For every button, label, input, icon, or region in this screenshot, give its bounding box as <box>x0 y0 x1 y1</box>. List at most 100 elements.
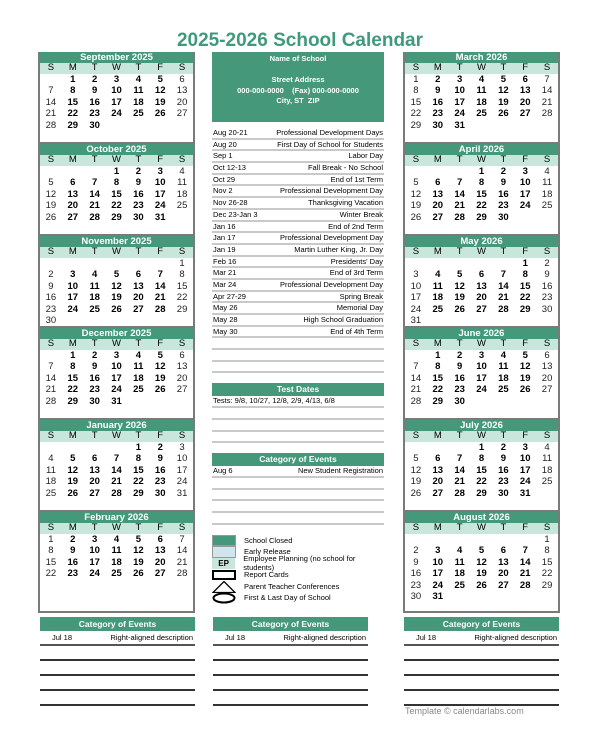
category-title: New Student Registration <box>297 466 383 476</box>
day-cell: 25 <box>541 200 553 211</box>
week-row: 23 24 25 26 27 28 29 <box>405 580 558 592</box>
day-cell: 10 <box>89 545 100 556</box>
weekday-label: T <box>500 154 507 165</box>
day-cell: 3 <box>113 349 120 361</box>
day-cell: 1 <box>478 165 485 177</box>
day-cell <box>171 396 193 408</box>
day-cell <box>62 258 84 270</box>
day-cell: 27 <box>176 108 188 119</box>
day-cell: 28 <box>89 211 100 223</box>
day-cell: 23 <box>89 108 100 119</box>
day-cell: 7 <box>456 177 463 188</box>
day-cell: 9 <box>48 280 54 292</box>
week-row: 1 2 3 <box>40 442 193 454</box>
day-cell <box>427 442 449 454</box>
day-cell <box>106 315 128 327</box>
day-cell: 30 <box>454 395 465 407</box>
weekday-label: S <box>178 62 186 73</box>
triangle-outline-icon <box>212 580 236 593</box>
day-cell: 9 <box>500 177 506 188</box>
weekday-label: W <box>112 62 121 73</box>
day-cell <box>149 258 171 270</box>
blank-row <box>404 676 559 691</box>
day-cell: 28 <box>45 119 57 131</box>
event-date: Nov 26-28 <box>213 198 248 208</box>
day-cell: 3 <box>413 269 419 280</box>
day-cell: 13 <box>476 280 487 292</box>
week-row: 19 20 21 22 23 24 25 <box>40 200 193 212</box>
event-date: May 26 <box>213 303 238 313</box>
day-cell: 4 <box>435 269 441 280</box>
event-title: Labor Day <box>348 151 383 161</box>
day-cell: 2 <box>500 441 506 453</box>
day-cell: 20 <box>432 200 444 211</box>
day-cell: 8 <box>435 361 441 372</box>
day-cell: 4 <box>135 73 141 85</box>
day-cell: 7 <box>522 545 528 556</box>
week-row: 21 22 23 24 25 26 27 <box>40 384 193 396</box>
blank-row <box>212 362 384 374</box>
day-cell: 27 <box>89 487 100 499</box>
weekday-label: T <box>500 246 507 257</box>
week-row: 12 13 14 15 16 17 18 <box>405 189 558 201</box>
event-row: Mar 21 End of 3rd Term <box>212 268 384 280</box>
day-cell: 14 <box>454 188 465 200</box>
week-row: 1 <box>405 534 558 546</box>
day-cell: 21 <box>454 200 465 211</box>
week-row: 1 2 3 4 <box>405 166 558 178</box>
week-row: 12 13 14 15 16 17 18 <box>40 189 193 201</box>
event-date: Nov 2 <box>213 186 233 196</box>
day-cell: 21 <box>519 568 531 579</box>
day-cell <box>106 120 128 132</box>
week-row: 16 17 18 19 20 21 22 <box>40 292 193 304</box>
day-cell: 22 <box>133 476 144 487</box>
day-cell: 11 <box>542 177 552 188</box>
day-cell <box>471 534 493 546</box>
day-cell: 4 <box>91 269 98 280</box>
day-cell: 1 <box>70 349 76 361</box>
week-row: 21 22 23 24 25 26 27 <box>405 384 558 396</box>
rectangle-outline-icon <box>212 569 236 580</box>
day-cell <box>171 315 193 327</box>
weekday-header: SMTWTFS <box>40 338 193 350</box>
day-cell: 26 <box>67 487 79 499</box>
week-row: 28 29 30 31 <box>40 396 193 408</box>
day-cell <box>427 166 449 178</box>
day-cell: 23 <box>410 579 422 591</box>
day-cell: 31 <box>176 487 188 499</box>
ellipse-outline-icon <box>212 592 236 604</box>
day-cell <box>492 591 514 603</box>
weekday-label: T <box>135 154 142 165</box>
day-cell: 25 <box>454 579 465 591</box>
day-cell: 26 <box>498 108 509 119</box>
day-cell: 26 <box>154 384 166 395</box>
day-cell: 6 <box>500 545 506 556</box>
event-title: Winter Break <box>339 209 383 219</box>
weekday-label: F <box>522 338 529 349</box>
day-cell: 7 <box>456 453 463 464</box>
day-cell: 5 <box>413 177 419 188</box>
weekday-label: F <box>157 338 164 349</box>
day-cell: 2 <box>91 349 98 361</box>
day-cell: 30 <box>154 487 166 499</box>
day-cell: 21 <box>154 292 166 303</box>
day-cell <box>471 591 493 603</box>
day-cell: 5 <box>522 349 528 361</box>
day-cell: 1 <box>70 73 76 85</box>
day-cell: 18 <box>432 292 444 303</box>
day-cell: 10 <box>519 453 531 464</box>
day-cell <box>471 396 493 408</box>
day-cell <box>536 212 558 224</box>
event-title: Professional Development Day <box>280 279 383 289</box>
day-cell: 14 <box>45 372 57 384</box>
day-cell: 2 <box>135 165 141 177</box>
day-cell <box>84 258 106 270</box>
blank-row <box>213 691 368 706</box>
event-row: Mar 24 Professional Development Day <box>212 280 384 292</box>
day-cell: 16 <box>498 464 509 476</box>
day-cell <box>405 258 427 270</box>
day-cell: 29 <box>541 579 553 591</box>
day-cell: 10 <box>519 177 531 188</box>
day-cell: 17 <box>89 556 100 568</box>
weekday-label: W <box>477 430 486 441</box>
